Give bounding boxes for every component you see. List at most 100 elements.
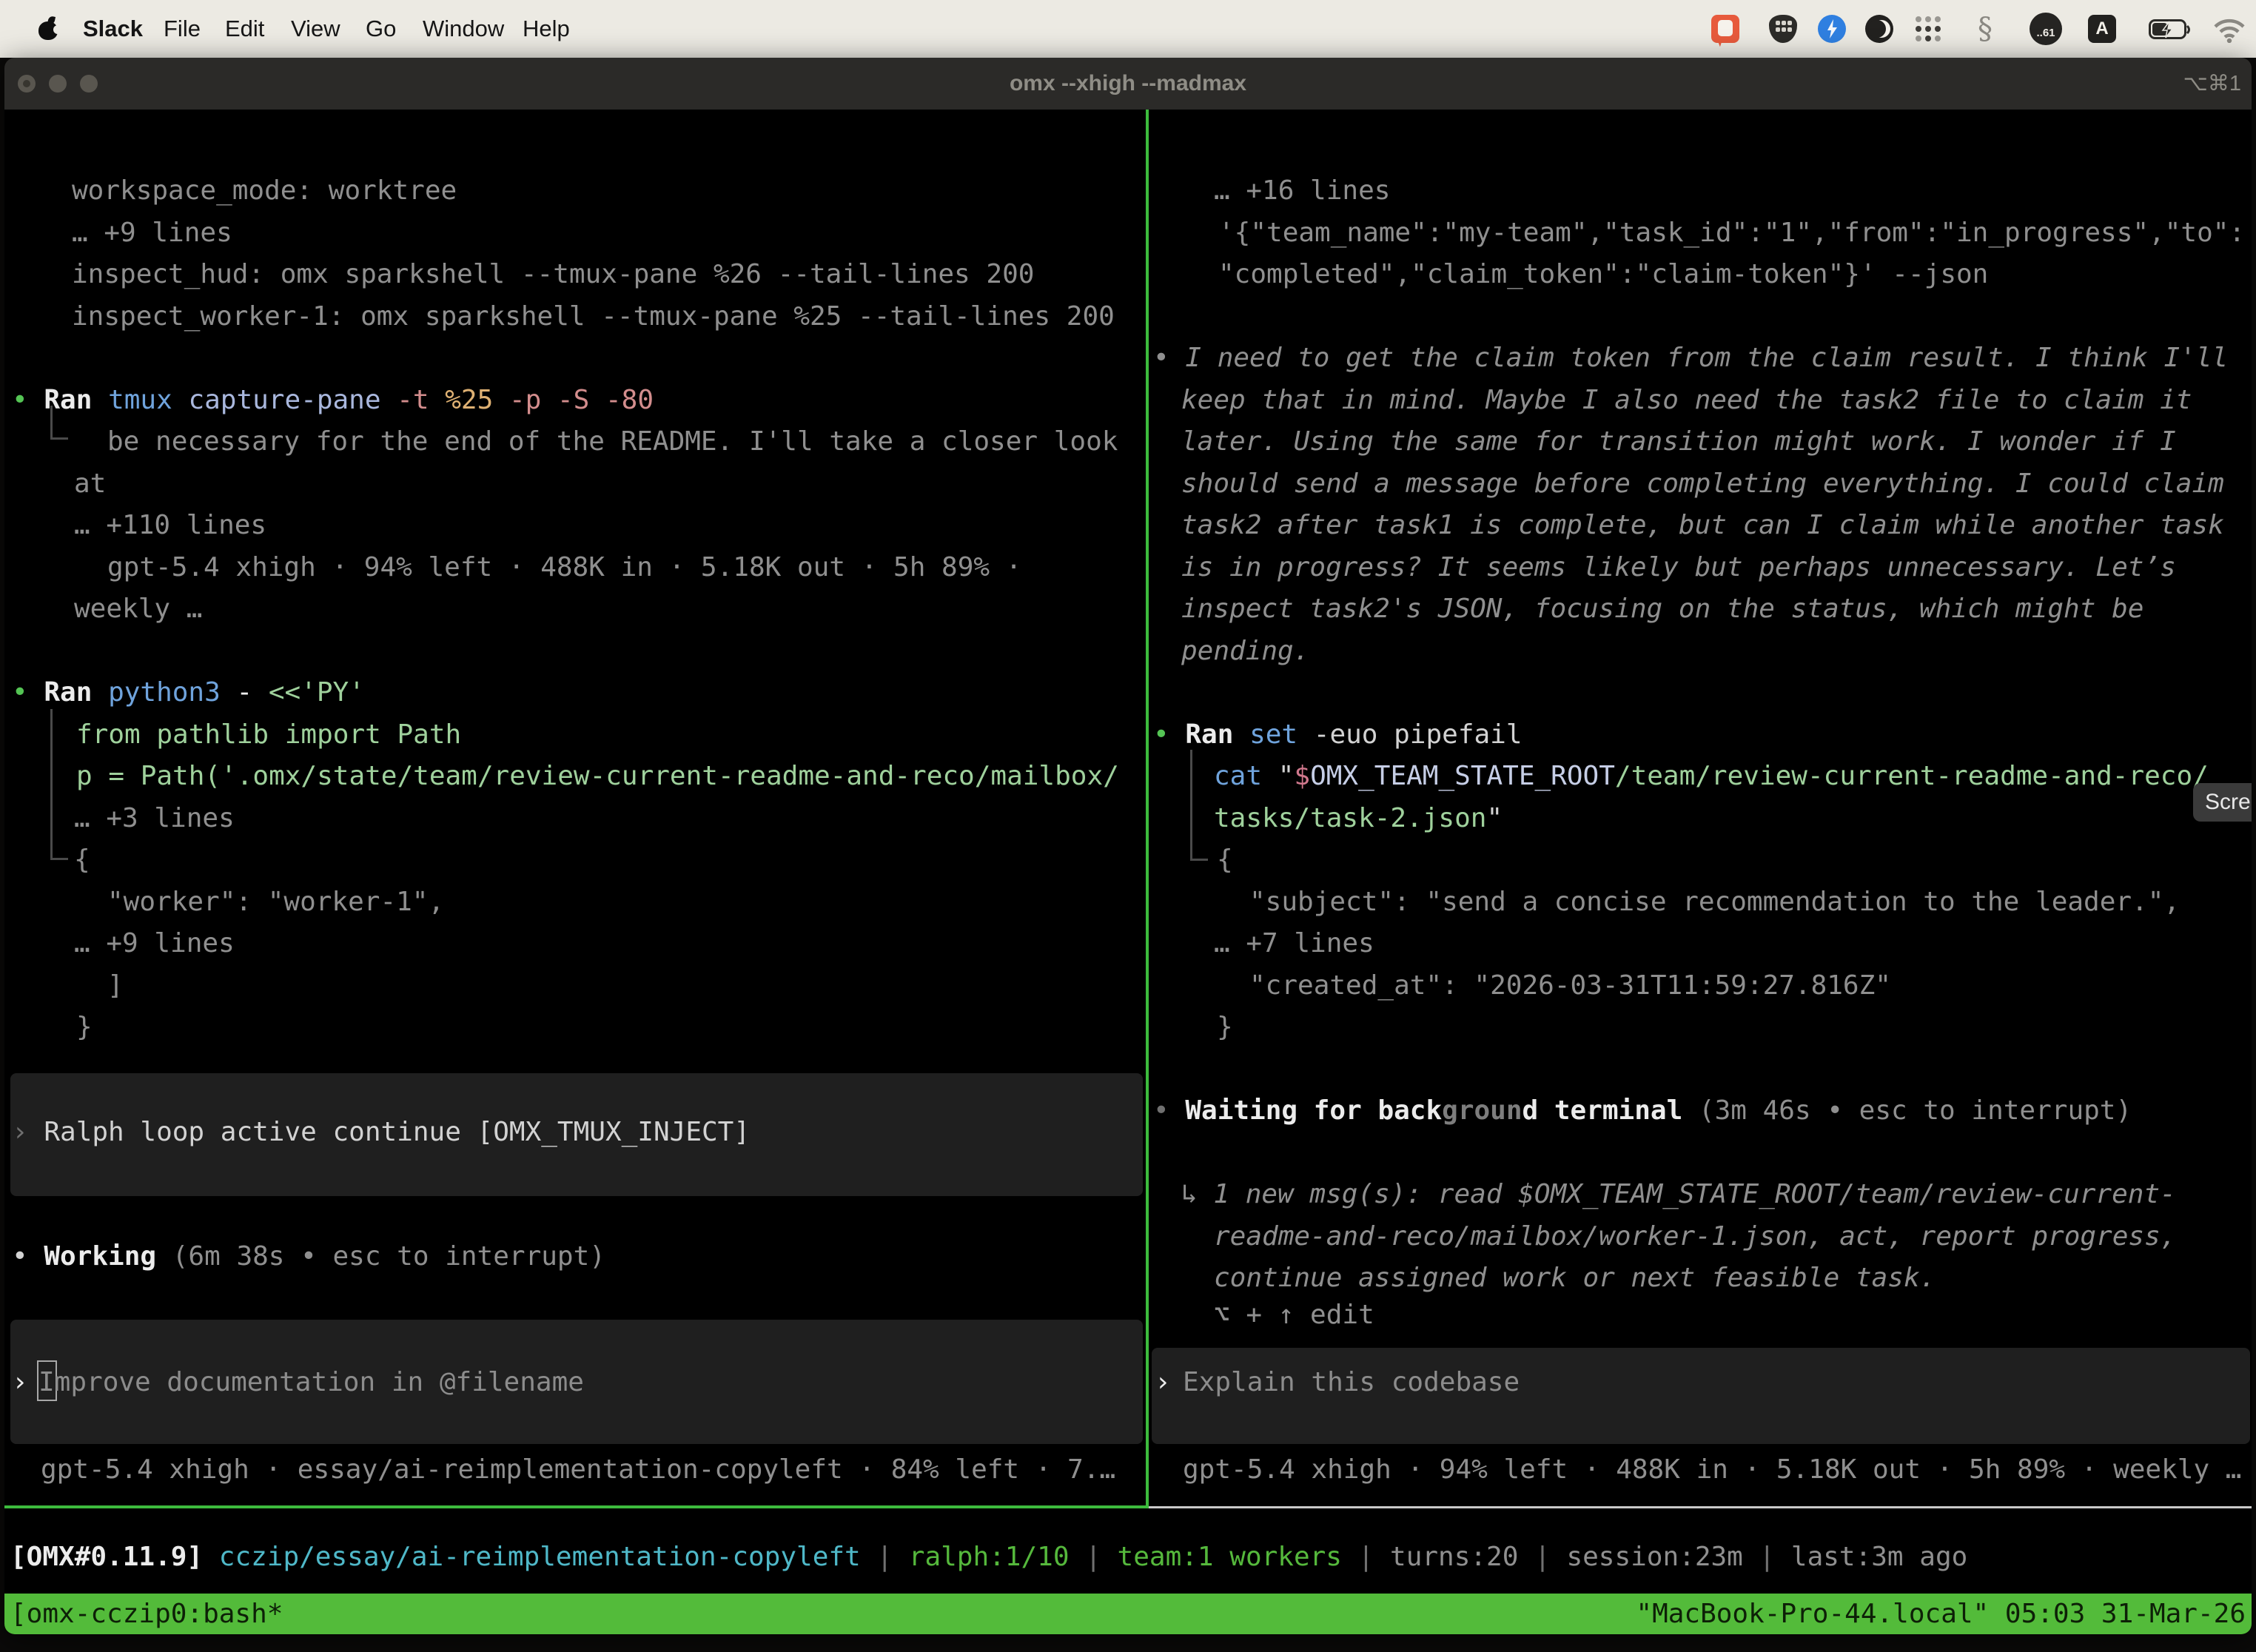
input-source-icon[interactable]: A (2088, 15, 2116, 43)
prompt-icon: › (12, 1117, 44, 1147)
squiggle-icon[interactable]: § (1971, 15, 1999, 43)
edit-hint: ⌥ + ↑ edit (1214, 1295, 1374, 1336)
working-meta: (6m 38s • esc to interrupt) (156, 1241, 605, 1272)
wifi-icon[interactable] (2213, 18, 2241, 46)
grid-dot (1925, 16, 1931, 22)
menu-item-view[interactable]: View (291, 0, 340, 58)
terminal-line: … +9 lines (74, 923, 235, 964)
terminal-line: inspect_hud: omx sparkshell --tmux-pane … (72, 254, 1034, 295)
code-line: p = Path('.omx/state/team/review-current… (76, 756, 1119, 797)
number-token: %25 (445, 385, 509, 415)
grid-dot (1925, 36, 1931, 41)
bullet-icon: • (12, 677, 44, 708)
terminal-line: gpt-5.4 xhigh · 94% left · 488K in · 5.1… (107, 547, 1021, 588)
thinking-line: keep that in mind. Maybe I also need the… (1181, 380, 2192, 421)
terminal-line: } (76, 1007, 93, 1048)
waiting-line: • Waiting for background terminal (3m 46… (1153, 1090, 2132, 1132)
command-token: cat (1214, 761, 1278, 791)
shield-dot (1776, 27, 1780, 32)
menu-item-edit[interactable]: Edit (225, 0, 264, 58)
window-shortcut: ⌥⌘1 (2183, 58, 2241, 110)
menu-app-name[interactable]: Slack (83, 0, 143, 58)
dollar-token: $ (1294, 761, 1310, 791)
menu-item-file[interactable]: File (164, 0, 201, 58)
terminal-line: "created_at": "2026-03-31T11:59:27.816Z" (1249, 965, 1891, 1007)
menu-item-window[interactable]: Window (423, 0, 504, 58)
command-line: cat "$OMX_TEAM_STATE_ROOT/team/review-cu… (1214, 756, 2209, 797)
path-token: /team/review-current-readme-and-reco/ (1615, 761, 2209, 791)
omx-turns: turns:20 (1390, 1542, 1518, 1572)
menu-item-help[interactable]: Help (523, 0, 570, 58)
model-status-line: gpt-5.4 xhigh · 94% left · 488K in · 5.1… (1183, 1449, 2241, 1491)
tree-elbow (50, 709, 68, 860)
waiting-label: Waiting for back (1185, 1095, 1442, 1126)
omx-session: session:23m (1566, 1542, 1742, 1572)
flag-token: -S (557, 385, 605, 415)
menu-item-go[interactable]: Go (366, 0, 396, 58)
shield-dot (1787, 27, 1792, 32)
flag-token: -t (397, 385, 445, 415)
args-token: -euo pipefail (1314, 719, 1523, 750)
working-label: Working (44, 1241, 156, 1272)
chat-tail (1713, 36, 1722, 47)
prompt-icon: › (12, 1362, 28, 1403)
omx-ralph: ralph:1/10 (909, 1542, 1070, 1572)
waiting-label-shimmer: groun (1442, 1095, 1522, 1126)
terminal-line: { (1217, 839, 1233, 881)
thinking-line: task2 after task1 is complete, but can I… (1181, 505, 2224, 546)
grid-dot (1925, 26, 1931, 32)
shield-dot (1782, 27, 1786, 32)
thinking-line: inspect task2's JSON, focusing on the st… (1181, 588, 2143, 630)
battery-charging-icon[interactable] (2149, 19, 2177, 47)
moon-circle-icon[interactable] (1865, 15, 1893, 43)
screen: Slack File Edit View Go Window Help § ..… (0, 0, 2256, 1652)
grid-dots-icon[interactable] (1914, 15, 1942, 43)
separator: | (861, 1542, 909, 1572)
pane-divider-horizontal-active[interactable] (4, 1505, 1146, 1508)
terminal-line: "completed","claim_token":"claim-token"}… (1218, 254, 1988, 295)
working-line: • Working (6m 38s • esc to interrupt) (12, 1236, 605, 1277)
thinking-line: should send a message before completing … (1181, 463, 2224, 505)
shield-icon[interactable] (1769, 15, 1797, 43)
waiting-meta: (3m 46s • esc to interrupt) (1682, 1095, 2132, 1126)
omx-status-line: [OMX#0.11.9] cczip/essay/ai-reimplementa… (10, 1537, 1967, 1578)
separator: | (1518, 1542, 1566, 1572)
prompt-icon: › (1155, 1362, 1171, 1403)
apple-menu-icon[interactable] (38, 18, 58, 40)
inject-line: › Ralph loop active continue [OMX_TMUX_I… (12, 1112, 750, 1153)
chat-inner (1718, 20, 1733, 36)
window-titlebar[interactable]: omx --xhigh --madmax ⌥⌘1 (4, 58, 2252, 110)
message-text: 1 new msg(s): read $OMX_TEAM_STATE_ROOT/… (1213, 1179, 2175, 1209)
terminal-window: omx --xhigh --madmax ⌥⌘1 workspace_mode:… (4, 58, 2252, 1634)
separator: | (1342, 1542, 1390, 1572)
bolt-circle-icon[interactable] (1818, 15, 1846, 43)
code-line: from pathlib import Path (76, 714, 461, 756)
command-line: • Ran python3 - <<'PY' (12, 672, 365, 713)
thinking-line: pending. (1181, 631, 1309, 672)
quote-token: " (1486, 803, 1503, 833)
pane-divider-vertical[interactable] (1146, 110, 1149, 1508)
heredoc-token: <<'PY' (269, 677, 365, 708)
grid-dot (1916, 36, 1921, 41)
terminal-line: be necessary for the end of the README. … (107, 421, 1118, 463)
badge-61-icon[interactable]: ..61 (2030, 13, 2062, 45)
separator: | (1743, 1542, 1791, 1572)
model-status-line: gpt-5.4 xhigh · essay/ai-reimplementatio… (41, 1449, 1115, 1491)
thinking-line: later. Using the same for transition mig… (1181, 421, 2176, 463)
input-placeholder: Improve documentation in @filename (38, 1362, 584, 1403)
flag-token: -p (509, 385, 557, 415)
shield-dot (1787, 21, 1792, 25)
chat-app-icon[interactable] (1711, 15, 1739, 43)
omx-path: cczip/essay/ai-reimplementation-copyleft (203, 1542, 861, 1572)
path-token: tasks/task-2.json (1214, 803, 1486, 833)
variable-token: OMX_TEAM_STATE_ROOT (1310, 761, 1615, 791)
grid-dot (1916, 16, 1921, 22)
pane-divider-horizontal-inactive[interactable] (1149, 1506, 2252, 1508)
grid-dot (1935, 26, 1941, 32)
command-line: • Ran tmux capture-pane -t %25 -p -S -80 (12, 380, 654, 421)
command-token: tmux (108, 385, 188, 415)
tmux-window-label[interactable]: [omx-cczip0:bash* (10, 1594, 283, 1634)
grid-dot (1916, 26, 1921, 32)
terminal-line: } (1217, 1007, 1233, 1048)
menu-bar: Slack File Edit View Go Window Help § ..… (0, 0, 2256, 58)
